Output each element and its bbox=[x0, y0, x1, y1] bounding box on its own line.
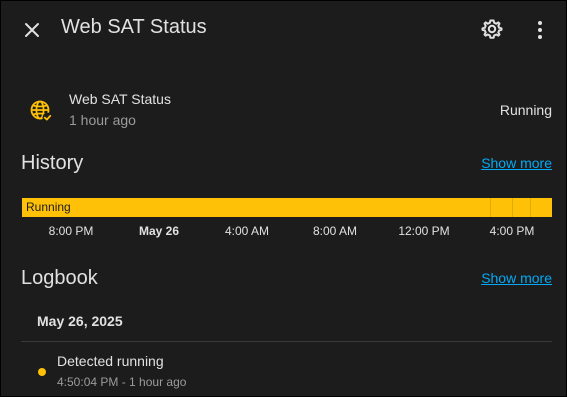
timeline-tick-label: 4:00 AM bbox=[224, 224, 270, 238]
history-title: History bbox=[21, 152, 84, 174]
dialog-header: Web SAT Status bbox=[1, 1, 566, 57]
history-show-more-link[interactable]: Show more bbox=[481, 155, 552, 171]
web-check-icon bbox=[28, 98, 54, 124]
more-info-dialog: Web SAT Status Web SAT Status 1 hour ago… bbox=[0, 0, 567, 397]
more-options-button[interactable] bbox=[529, 16, 551, 42]
logbook-entry[interactable]: Detected running 4:50:04 PM - 1 hour ago bbox=[21, 347, 552, 393]
timeline-segment-divider bbox=[530, 198, 531, 217]
entity-name: Web SAT Status bbox=[69, 91, 171, 107]
history-timeline-bar[interactable]: Running bbox=[22, 198, 552, 217]
timeline-tick-label: 8:00 AM bbox=[312, 224, 358, 238]
logbook-entry-message: Detected running bbox=[57, 353, 164, 369]
state-dot-icon bbox=[38, 368, 46, 376]
timeline-tick-label: 4:00 PM bbox=[489, 224, 535, 238]
logbook-show-more-link[interactable]: Show more bbox=[481, 270, 552, 286]
entity-state-row[interactable]: Web SAT Status 1 hour ago Running bbox=[21, 87, 552, 133]
logbook-date-heading: May 26, 2025 bbox=[37, 313, 123, 329]
logbook-divider bbox=[21, 341, 552, 342]
gear-icon bbox=[481, 19, 503, 39]
timeline-tick-label: 8:00 PM bbox=[48, 224, 94, 238]
timeline-segment-divider bbox=[490, 198, 491, 217]
entity-last-changed: 1 hour ago bbox=[69, 112, 136, 128]
logbook-title: Logbook bbox=[21, 267, 98, 289]
dialog-title: Web SAT Status bbox=[61, 16, 207, 38]
timeline-tick-label: May 26 bbox=[138, 224, 180, 238]
timeline-tick-label: 12:00 PM bbox=[398, 224, 450, 238]
close-button[interactable] bbox=[17, 15, 47, 45]
logbook-entry-time: 4:50:04 PM - 1 hour ago bbox=[57, 375, 187, 389]
timeline-state-label: Running bbox=[26, 200, 71, 214]
close-icon bbox=[25, 23, 39, 37]
settings-button[interactable] bbox=[479, 16, 505, 42]
entity-state: Running bbox=[499, 102, 552, 118]
more-vert-icon bbox=[538, 21, 542, 39]
timeline-segment-divider bbox=[512, 198, 513, 217]
